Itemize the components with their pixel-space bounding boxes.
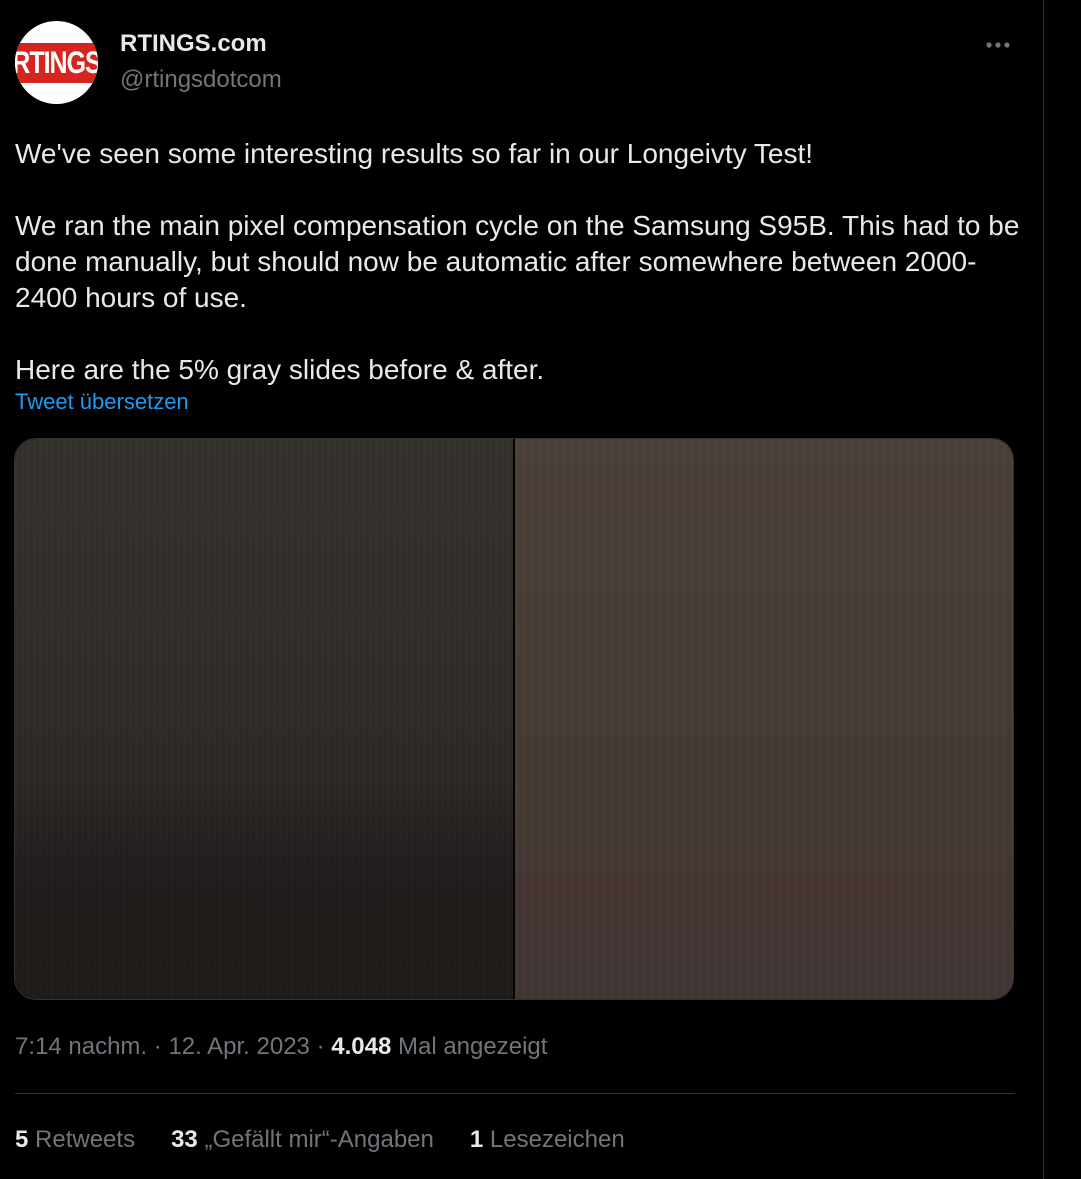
tweet-paragraph: We ran the main pixel compensation cycle… bbox=[15, 210, 1020, 313]
more-horizontal-icon bbox=[986, 42, 1010, 48]
tweet-date[interactable]: 12. Apr. 2023 bbox=[168, 1033, 309, 1060]
tweet: RTINGS RTINGS.com @rtingsdotcom We've se… bbox=[0, 0, 1043, 1179]
retweets-label: Retweets bbox=[35, 1126, 136, 1153]
avatar[interactable]: RTINGS bbox=[15, 21, 98, 104]
divider bbox=[15, 1093, 1015, 1094]
tweet-paragraph: We've seen some interesting results so f… bbox=[15, 138, 814, 169]
after-gray-slide-image[interactable] bbox=[514, 439, 1013, 999]
author-handle[interactable]: @rtingsdotcom bbox=[120, 66, 282, 94]
tweet-stats: 5 Retweets 33 „Gefällt mir“-Angaben 1 Le… bbox=[15, 1126, 661, 1154]
likes-label: „Gefällt mir“-Angaben bbox=[204, 1126, 434, 1153]
bookmarks-label: Lesezeichen bbox=[489, 1126, 625, 1153]
rtings-logo: RTINGS bbox=[15, 42, 98, 83]
tweet-paragraph: Here are the 5% gray slides before & aft… bbox=[15, 354, 545, 385]
meta-separator: · bbox=[316, 1033, 325, 1060]
meta-separator: · bbox=[153, 1033, 162, 1060]
translate-tweet-link[interactable]: Tweet übersetzen bbox=[15, 389, 189, 415]
before-gray-slide-image[interactable] bbox=[15, 439, 513, 999]
more-options-button[interactable] bbox=[980, 30, 1016, 60]
views-label: Mal angezeigt bbox=[397, 1033, 548, 1060]
tweet-time[interactable]: 7:14 nachm. bbox=[15, 1033, 147, 1060]
likes-stat[interactable]: 33 „Gefällt mir“-Angaben bbox=[171, 1126, 434, 1154]
retweets-stat[interactable]: 5 Retweets bbox=[15, 1126, 135, 1154]
bookmarks-stat[interactable]: 1 Lesezeichen bbox=[470, 1126, 625, 1154]
column-border bbox=[1043, 0, 1044, 1179]
tweet-meta: 7:14 nachm. · 12. Apr. 2023 · 4.048 Mal … bbox=[15, 1033, 547, 1061]
author-display-name[interactable]: RTINGS.com bbox=[120, 30, 267, 58]
tweet-text: We've seen some interesting results so f… bbox=[15, 136, 1025, 388]
tweet-media bbox=[14, 438, 1014, 1000]
bookmarks-count: 1 bbox=[469, 1126, 484, 1153]
likes-count: 33 bbox=[171, 1126, 198, 1153]
views-count: 4.048 bbox=[331, 1033, 392, 1060]
retweets-count: 5 bbox=[15, 1126, 29, 1153]
